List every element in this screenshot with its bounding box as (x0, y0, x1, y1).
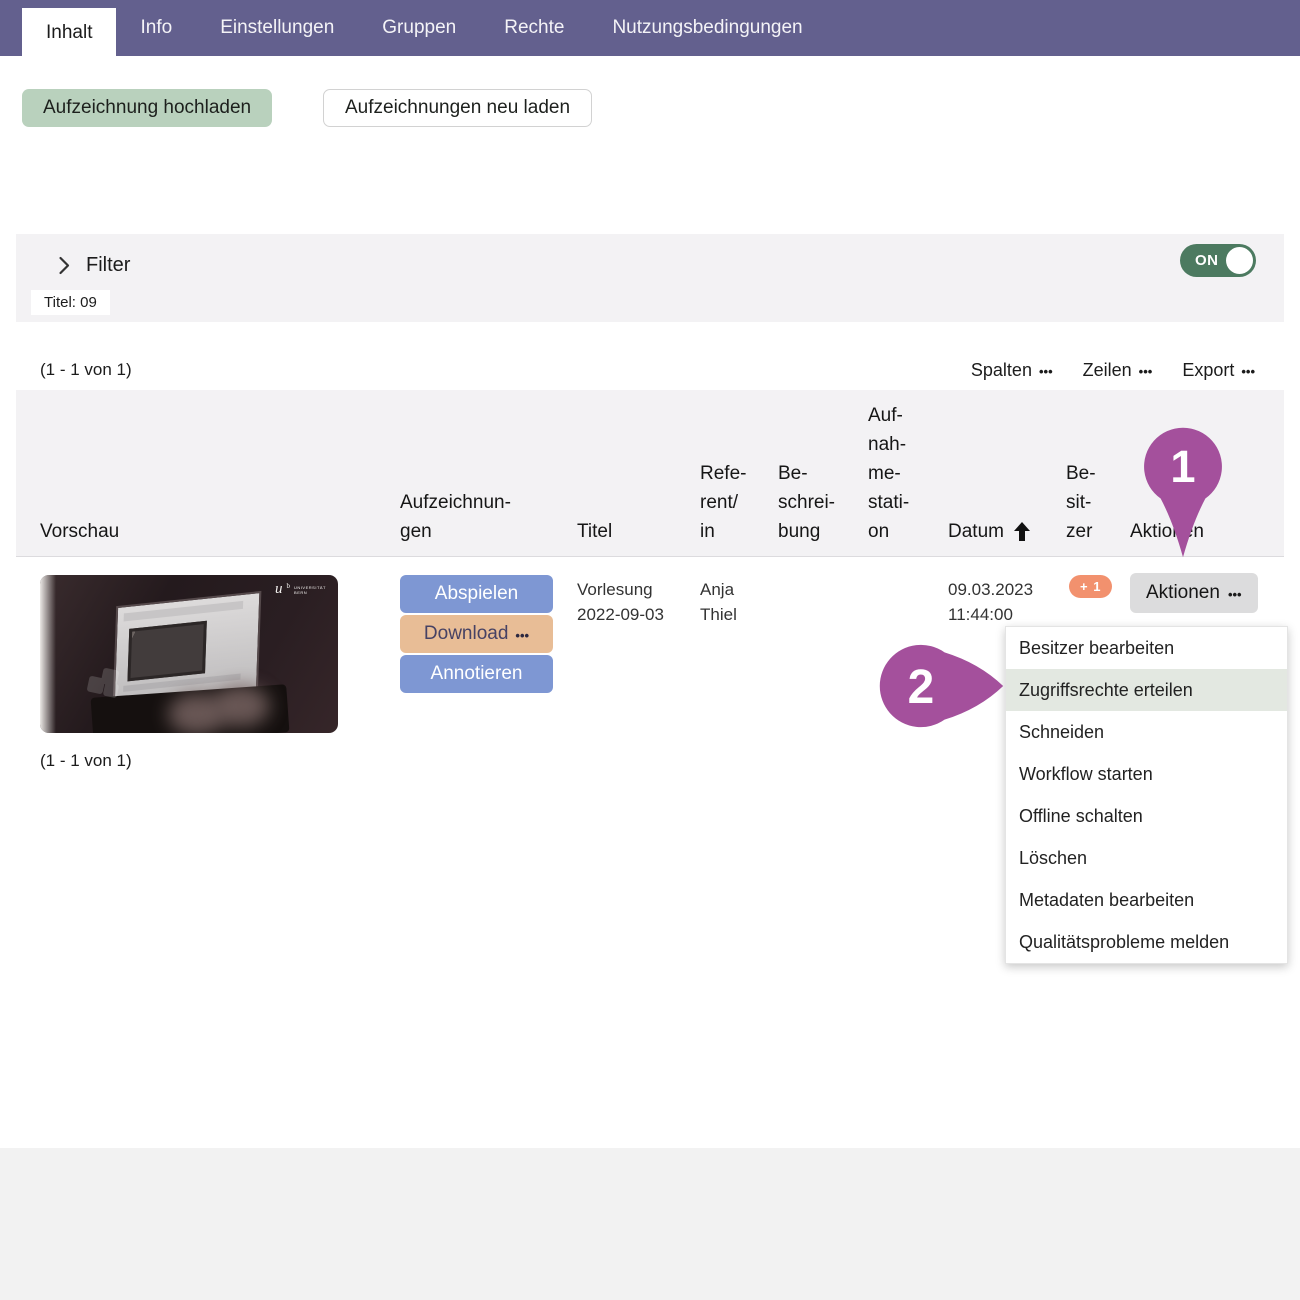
watermark-icon (88, 669, 122, 699)
footer-area (0, 1148, 1300, 1300)
column-header-vorschau: Vorschau (40, 517, 119, 546)
column-header-datum[interactable]: Datum (948, 517, 1031, 546)
more-icon: ••• (1139, 364, 1153, 379)
step-2-marker: 2 (874, 642, 1008, 730)
datum-label: Datum (948, 517, 1004, 546)
table-tools: Spalten ••• Zeilen ••• Export ••• (971, 360, 1255, 381)
step-1-number: 1 (1170, 441, 1195, 492)
menu-item-zugriffsrechte-erteilen[interactable]: Zugriffsrechte erteilen (1006, 669, 1287, 711)
tab-nutzungsbedingungen[interactable]: Nutzungsbedingungen (588, 0, 826, 56)
menu-item-qualitaetsprobleme-melden[interactable]: Qualitätsprobleme melden (1006, 921, 1287, 963)
top-navigation: Inhalt Info Einstellungen Gruppen Rechte… (0, 0, 1300, 56)
sort-ascending-icon (1013, 522, 1031, 541)
annotate-button[interactable]: Annotieren (400, 655, 553, 693)
actions-label: Aktionen (1146, 582, 1220, 604)
rows-menu-button[interactable]: Zeilen ••• (1083, 360, 1153, 381)
tab-inhalt[interactable]: Inhalt (22, 8, 116, 58)
tab-einstellungen[interactable]: Einstellungen (196, 0, 358, 56)
result-count-top: (1 - 1 von 1) (40, 360, 132, 380)
owner-count-badge[interactable]: + 1 (1069, 575, 1112, 598)
tab-gruppen[interactable]: Gruppen (358, 0, 480, 56)
reload-recordings-button[interactable]: Aufzeichnungen neu laden (323, 89, 592, 127)
column-header-aufnahmestation: Auf- nah- me- stati- on (868, 401, 909, 546)
result-count-bottom: (1 - 1 von 1) (40, 751, 132, 771)
thumbnail-light-edge (40, 575, 56, 733)
filter-expander[interactable]: Filter (58, 254, 130, 277)
actions-dropdown-menu: Besitzer bearbeiten Zugriffsrechte ertei… (1005, 626, 1288, 964)
toggle-knob[interactable] (1226, 247, 1253, 274)
column-header-aufzeichnungen: Aufzeichnun- gen (400, 488, 511, 546)
rows-label: Zeilen (1083, 360, 1132, 381)
row-date: 09.03.2023 11:44:00 (948, 577, 1033, 627)
step-2-number: 2 (908, 661, 935, 714)
filter-toggle[interactable]: ON (1180, 244, 1256, 277)
menu-item-metadaten-bearbeiten[interactable]: Metadaten bearbeiten (1006, 879, 1287, 921)
filter-panel: Filter ON Titel: 09 (16, 234, 1284, 322)
export-label: Export (1182, 360, 1234, 381)
download-button[interactable]: Download ••• (400, 615, 553, 653)
tab-rechte[interactable]: Rechte (480, 0, 588, 56)
more-icon: ••• (1039, 364, 1053, 379)
menu-item-schneiden[interactable]: Schneiden (1006, 711, 1287, 753)
university-bern-logo: u b UNIVERSITÄT BERN (275, 583, 326, 595)
table-header: Vorschau Aufzeichnun- gen Titel Refe- re… (16, 390, 1284, 557)
more-icon: ••• (1241, 364, 1255, 379)
row-action-buttons: Abspielen Download ••• Annotieren (400, 575, 553, 693)
logo-b: b (287, 583, 291, 590)
row-title: Vorlesung 2022-09-03 (577, 577, 664, 627)
upload-recording-button[interactable]: Aufzeichnung hochladen (22, 89, 272, 127)
logo-u: u (275, 583, 283, 595)
export-menu-button[interactable]: Export ••• (1182, 360, 1255, 381)
column-header-besitzer: Be- sit- zer (1066, 459, 1096, 546)
menu-item-loeschen[interactable]: Löschen (1006, 837, 1287, 879)
active-filter-chip[interactable]: Titel: 09 (31, 290, 110, 315)
columns-menu-button[interactable]: Spalten ••• (971, 360, 1053, 381)
menu-item-offline-schalten[interactable]: Offline schalten (1006, 795, 1287, 837)
menu-item-workflow-starten[interactable]: Workflow starten (1006, 753, 1287, 795)
tab-info[interactable]: Info (116, 0, 196, 56)
columns-label: Spalten (971, 360, 1032, 381)
column-header-referent: Refe- rent/ in (700, 459, 746, 546)
more-icon: ••• (515, 628, 529, 643)
step-1-marker: 1 (1138, 425, 1228, 559)
filter-label: Filter (86, 254, 130, 277)
thumbnail-hand (212, 685, 270, 727)
play-button[interactable]: Abspielen (400, 575, 553, 613)
toggle-on-label: ON (1195, 252, 1219, 269)
menu-item-besitzer-bearbeiten[interactable]: Besitzer bearbeiten (1006, 627, 1287, 669)
more-icon: ••• (1228, 587, 1242, 602)
column-header-titel: Titel (577, 517, 612, 546)
column-header-beschreibung: Be- schrei- bung (778, 459, 835, 546)
logo-caption-line2: BERN (294, 590, 307, 595)
row-presenter: Anja Thiel (700, 577, 737, 627)
download-label: Download (424, 623, 509, 645)
chevron-right-icon (58, 256, 70, 275)
video-thumbnail[interactable]: u b UNIVERSITÄT BERN (40, 575, 338, 733)
row-actions-button[interactable]: Aktionen ••• (1130, 573, 1258, 613)
